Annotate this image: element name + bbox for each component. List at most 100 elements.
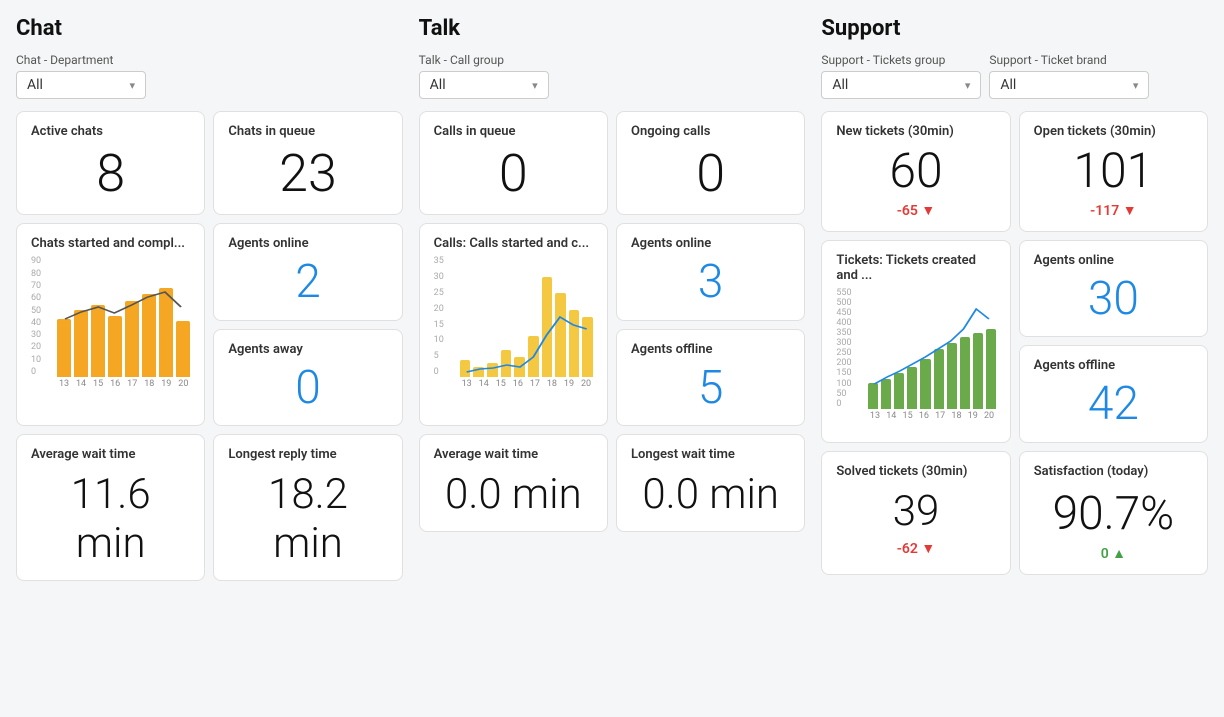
ongoing-calls-card: Ongoing calls 0 <box>616 111 805 215</box>
open-tickets-delta-value: -117 <box>1090 203 1119 219</box>
x-label: 13 <box>868 411 881 421</box>
talk-bottom-metrics: Average wait time 0.0 min Longest wait t… <box>419 434 806 532</box>
y-label: 90 <box>31 257 53 266</box>
chat-agents-away-value: 0 <box>228 363 387 414</box>
bar-wrap <box>555 293 566 377</box>
chat-agents-online-label: Agents online <box>228 236 387 251</box>
talk-chart: 35 30 25 20 15 10 5 0 <box>434 257 593 389</box>
support-brand-value: All <box>1000 77 1016 93</box>
bar <box>934 349 944 409</box>
bar-wrap <box>934 349 944 409</box>
x-label: 14 <box>885 411 898 421</box>
x-label: 14 <box>477 379 491 389</box>
open-tickets-label: Open tickets (30min) <box>1034 124 1193 139</box>
support-tickets-label: Support - Tickets group <box>821 53 981 67</box>
talk-chart-label: Calls: Calls started and c... <box>434 236 593 251</box>
bar-wrap <box>460 360 471 377</box>
y-label: 0 <box>31 368 53 377</box>
bar-wrap <box>176 321 190 377</box>
bar-wrap <box>108 316 122 377</box>
active-chats-label: Active chats <box>31 124 190 139</box>
open-tickets-card: Open tickets (30min) 101 -117 ▼ <box>1019 111 1208 232</box>
talk-callgroup-value: All <box>430 77 446 93</box>
y-label: 550 <box>836 289 864 298</box>
support-bars <box>868 289 995 409</box>
y-label: 400 <box>836 319 864 328</box>
chat-bars-container <box>57 257 190 377</box>
bar-wrap <box>907 367 917 409</box>
chats-queue-value: 23 <box>228 145 387 202</box>
talk-callgroup-select[interactable]: All ▾ <box>419 71 549 99</box>
chat-department-value: All <box>27 77 43 93</box>
x-label: 18 <box>950 411 963 421</box>
x-label: 17 <box>528 379 542 389</box>
solved-tickets-value: 39 <box>836 487 995 536</box>
talk-metrics-grid: Calls in queue 0 Ongoing calls 0 Calls: … <box>419 111 806 426</box>
bar-wrap <box>74 310 88 377</box>
talk-avg-wait-value: 0.0 min <box>434 470 593 519</box>
x-label: 16 <box>917 411 930 421</box>
bar <box>986 329 996 409</box>
chat-department-group: Chat - Department All ▾ <box>16 53 146 99</box>
chat-filters: Chat - Department All ▾ <box>16 53 403 99</box>
talk-agents-online-value: 3 <box>631 257 790 308</box>
chevron-down-icon: ▾ <box>965 79 971 92</box>
chats-queue-card: Chats in queue 23 <box>213 111 402 215</box>
bar <box>555 293 566 377</box>
down-arrow-icon: ▼ <box>921 203 935 219</box>
solved-tickets-delta: -62 ▼ <box>836 540 995 557</box>
support-agents-online-value: 30 <box>1034 274 1193 325</box>
bar <box>960 337 970 409</box>
y-label: 5 <box>434 352 456 361</box>
bar <box>973 333 983 409</box>
y-label: 350 <box>836 329 864 338</box>
bar-wrap <box>501 350 512 377</box>
chat-chart-label: Chats started and compl... <box>31 236 190 251</box>
support-tickets-value: All <box>832 77 848 93</box>
bar <box>125 301 139 377</box>
satisfaction-delta-value: 0 <box>1101 546 1109 562</box>
satisfaction-label: Satisfaction (today) <box>1034 464 1193 479</box>
support-agents-offline-label: Agents offline <box>1034 358 1193 373</box>
y-label: 80 <box>31 270 53 279</box>
y-label: 450 <box>836 309 864 318</box>
support-chart-card: Tickets: Tickets created and ... 550 500… <box>821 240 1010 443</box>
talk-avg-wait-card: Average wait time 0.0 min <box>419 434 608 532</box>
x-label: 15 <box>901 411 914 421</box>
talk-longest-wait-label: Longest wait time <box>631 447 790 462</box>
new-tickets-card: New tickets (30min) 60 -65 ▼ <box>821 111 1010 232</box>
chat-metrics-grid: Active chats 8 Chats in queue 23 Chats s… <box>16 111 403 426</box>
calls-queue-card: Calls in queue 0 <box>419 111 608 215</box>
bar-wrap <box>473 367 484 377</box>
y-label: 40 <box>31 319 53 328</box>
talk-agents-offline-card: Agents offline 5 <box>616 329 805 427</box>
new-tickets-delta: -65 ▼ <box>836 202 995 219</box>
y-label: 300 <box>836 339 864 348</box>
x-label: 19 <box>159 379 173 389</box>
support-chart-label: Tickets: Tickets created and ... <box>836 253 995 283</box>
x-label: 13 <box>460 379 474 389</box>
x-label: 17 <box>934 411 947 421</box>
support-brand-group: Support - Ticket brand All ▾ <box>989 53 1149 99</box>
bar <box>473 367 484 377</box>
calls-queue-label: Calls in queue <box>434 124 593 139</box>
bar-wrap <box>142 294 156 377</box>
x-label: 18 <box>545 379 559 389</box>
chat-chart-card: Chats started and compl... 90 80 70 60 5… <box>16 223 205 426</box>
bar <box>74 310 88 377</box>
support-brand-label: Support - Ticket brand <box>989 53 1149 67</box>
new-tickets-delta-value: -65 <box>897 203 918 219</box>
chat-department-select[interactable]: All ▾ <box>16 71 146 99</box>
solved-tickets-card: Solved tickets (30min) 39 -62 ▼ <box>821 451 1010 575</box>
chats-queue-label: Chats in queue <box>228 124 387 139</box>
bar-wrap <box>569 310 580 377</box>
y-label: 25 <box>434 289 456 298</box>
y-label: 60 <box>31 294 53 303</box>
support-bottom-metrics: Solved tickets (30min) 39 -62 ▼ Satisfac… <box>821 451 1208 575</box>
talk-agents-online-card: Agents online 3 <box>616 223 805 321</box>
x-label: 20 <box>982 411 995 421</box>
support-brand-select[interactable]: All ▾ <box>989 71 1149 99</box>
support-tickets-select[interactable]: All ▾ <box>821 71 981 99</box>
talk-bars <box>460 257 593 377</box>
bar <box>894 373 904 409</box>
